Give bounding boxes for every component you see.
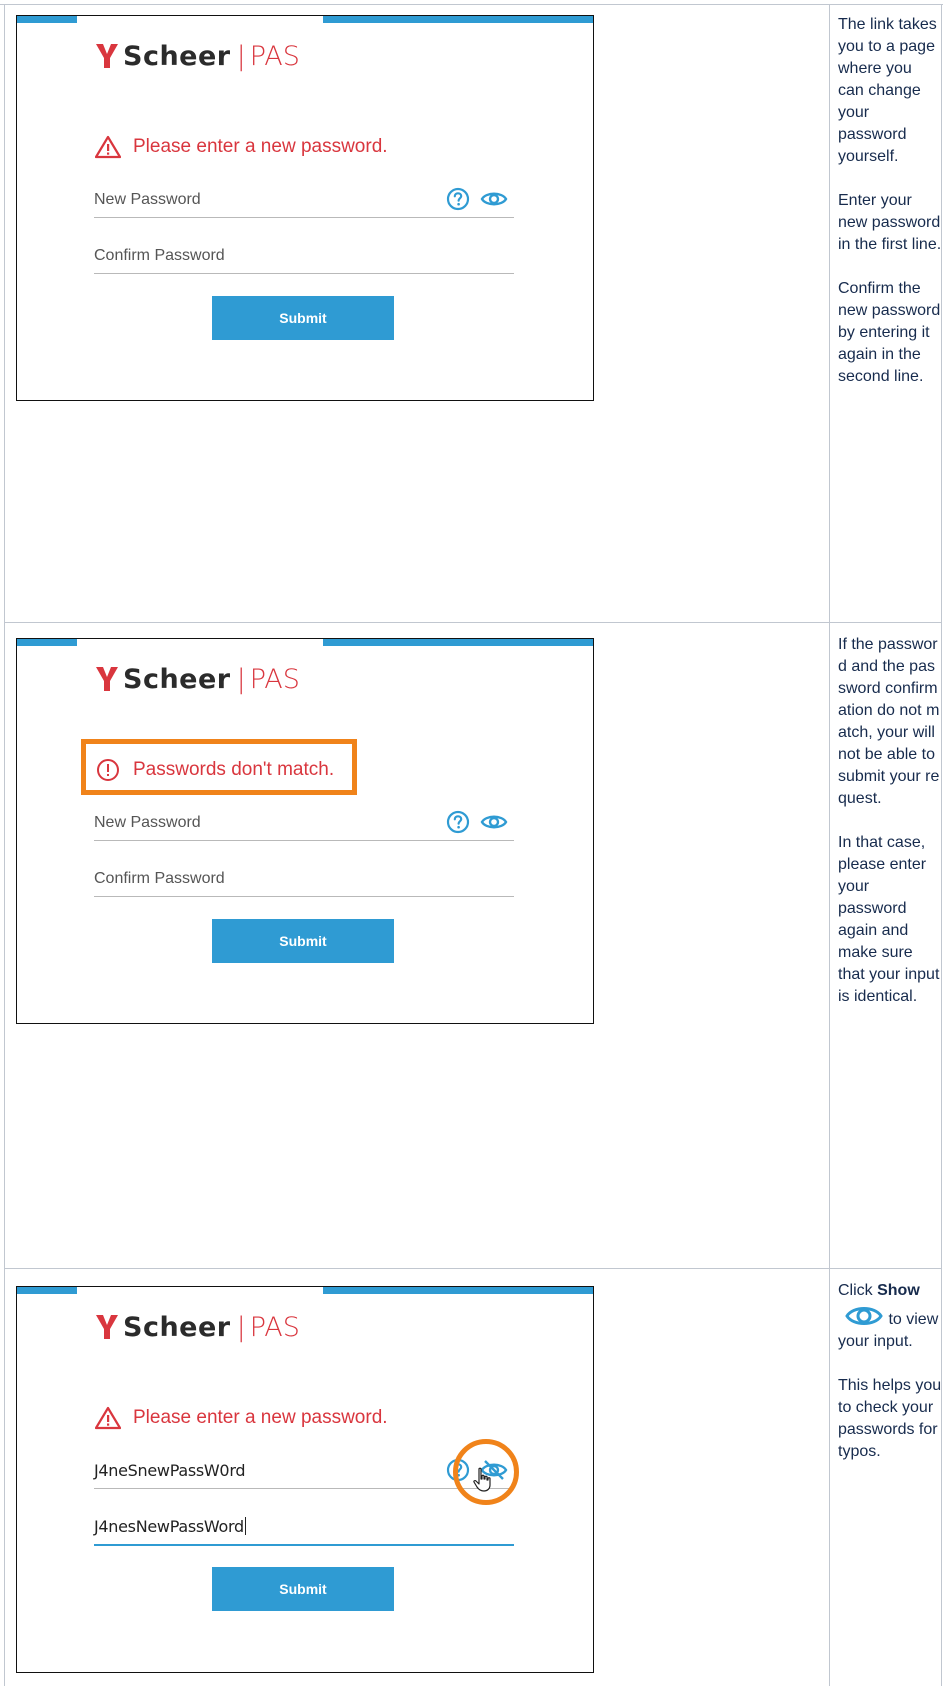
exclamation-circle-icon [95,758,121,782]
validation-message-text: Please enter a new password. [133,1407,388,1428]
logo-separator: | [236,1311,246,1343]
note-paragraph: Click Show to view your input. [838,1282,939,1350]
validation-message: Passwords don't match. [95,753,334,787]
accent-bar-right [323,639,593,646]
hand-cursor-icon [473,1467,491,1492]
scheer-pas-logo: Scheer | PAS [95,1307,300,1347]
note-paragraph: This helps you to check your passwords f… [838,1377,942,1460]
help-icon[interactable] [446,810,470,834]
note-step-3: Click Show to view your input. This help… [838,1280,942,1485]
logo-product: PAS [249,1311,300,1343]
row-divider-2 [4,1268,942,1269]
validation-message: Please enter a new password. [95,1401,388,1435]
submit-button[interactable]: Submit [212,296,394,340]
warning-triangle-icon [95,135,121,159]
show-label: Show [877,1282,920,1299]
instruction-table: Scheer | PAS Please enter a new password… [0,0,943,1686]
confirm-password-field[interactable]: J4nesNewPassWord [94,1504,514,1546]
accent-bar-left [17,639,77,646]
scheer-logo-mark-icon [96,667,118,691]
note-paragraph: Confirm the new password by entering it … [838,280,941,385]
validation-message-text: Passwords don't match. [133,759,335,780]
show-password-eye-icon[interactable] [480,812,508,832]
confirm-password-value: J4nesNewPassWord [94,1517,246,1536]
logo-brand: Scheer [123,1311,231,1343]
validation-message-text: Please enter a new password. [133,136,388,157]
confirm-password-field[interactable]: Confirm Password [94,856,514,897]
accent-bar-left [17,1287,77,1294]
new-password-field[interactable]: J4neSnewPassW0rd [94,1448,514,1489]
new-password-field[interactable]: New Password [94,800,514,841]
scheer-logo-mark-icon [96,1315,118,1339]
scheer-pas-logo: Scheer | PAS [95,659,300,699]
text-caret [244,1517,246,1535]
accent-bar-right [323,1287,593,1294]
table-border-top [0,4,943,5]
new-password-field[interactable]: New Password [94,177,514,218]
confirm-password-label: Confirm Password [94,870,225,887]
note-paragraph: The link takes you to a page where you c… [838,16,937,165]
confirm-password-label: Confirm Password [94,247,225,264]
show-password-eye-icon[interactable] [480,189,508,209]
note-paragraph: If the password and the password confirm… [838,636,940,807]
logo-separator: | [236,663,246,695]
table-border-left [4,4,5,1686]
logo-product: PAS [249,663,300,695]
note-step-2: If the password and the password confirm… [838,634,942,1030]
new-password-value: J4neSnewPassW0rd [94,1461,246,1480]
note-step-1: The link takes you to a page where you c… [838,14,942,410]
accent-bar-left [17,16,77,23]
help-icon[interactable] [446,187,470,211]
confirm-password-field[interactable]: Confirm Password [94,233,514,274]
scheer-logo-mark-icon [96,44,118,68]
screenshot-password-form-2: Scheer | PAS Passwords don't match. New … [16,638,594,1024]
show-eye-icon [845,1307,883,1325]
row-divider-1 [4,622,942,623]
logo-separator: | [236,40,246,72]
new-password-label: New Password [94,191,201,208]
submit-button[interactable]: Submit [212,919,394,963]
screenshot-password-form-1: Scheer | PAS Please enter a new password… [16,15,594,401]
logo-product: PAS [249,40,300,72]
column-divider [829,4,830,1686]
logo-brand: Scheer [123,663,231,695]
scheer-pas-logo: Scheer | PAS [95,36,300,76]
logo-brand: Scheer [123,40,231,72]
accent-bar-right [323,16,593,23]
note-paragraph: In that case, please enter your password… [838,834,940,1005]
screenshot-password-form-3: Scheer | PAS Please enter a new password… [16,1286,594,1673]
warning-triangle-icon [95,1406,121,1430]
submit-button[interactable]: Submit [212,1567,394,1611]
note-paragraph: Enter your new password in the first lin… [838,192,942,253]
new-password-label: New Password [94,814,201,831]
validation-message: Please enter a new password. [95,130,388,164]
